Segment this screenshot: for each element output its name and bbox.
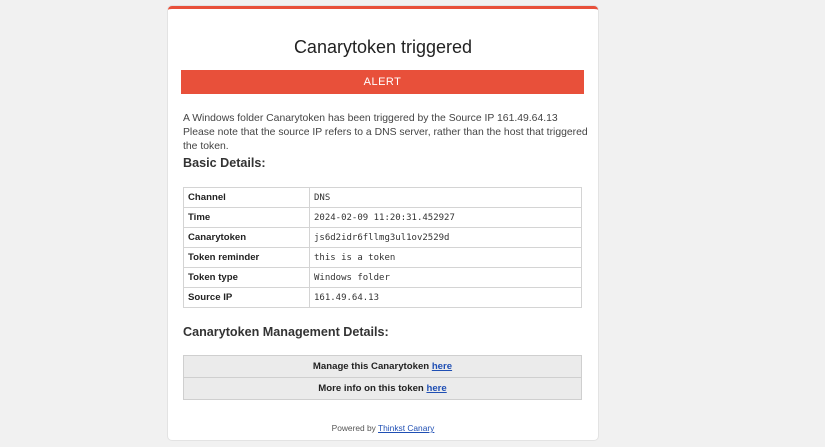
footer-prefix: Powered by	[331, 423, 379, 433]
table-row: Token reminder this is a token	[183, 247, 582, 268]
table-row: Source IP 161.49.64.13	[183, 287, 582, 308]
detail-value: js6d2idr6fllmg3ul1ov2529d	[309, 227, 582, 248]
basic-details-table: Channel DNS Time 2024-02-09 11:20:31.452…	[183, 187, 582, 308]
table-row: More info on this token here	[183, 377, 582, 400]
detail-value: DNS	[309, 187, 582, 208]
table-row: Time 2024-02-09 11:20:31.452927	[183, 207, 582, 228]
detail-key: Source IP	[183, 287, 310, 308]
thinkst-canary-link[interactable]: Thinkst Canary	[378, 423, 434, 433]
email-title: Canarytoken triggered	[293, 37, 473, 57]
more-info-cell: More info on this token here	[183, 377, 582, 400]
management-details-heading: Canarytoken Management Details:	[183, 325, 389, 339]
table-row: Token type Windows folder	[183, 267, 582, 288]
manage-token-cell: Manage this Canarytoken here	[183, 355, 582, 378]
table-row: Manage this Canarytoken here	[183, 355, 582, 378]
detail-key: Token type	[183, 267, 310, 288]
detail-value: 2024-02-09 11:20:31.452927	[309, 207, 582, 228]
footer: Powered by Thinkst Canary	[168, 423, 598, 433]
manage-token-text: Manage this Canarytoken	[312, 361, 432, 372]
alert-banner: ALERT	[181, 70, 584, 94]
detail-value: 161.49.64.13	[309, 287, 582, 308]
manage-token-link[interactable]: here	[432, 361, 452, 372]
alert-intro-text: A Windows folder Canarytoken has been tr…	[183, 113, 588, 152]
detail-key: Time	[183, 207, 310, 228]
basic-details-heading: Basic Details:	[183, 156, 266, 170]
detail-key: Token reminder	[183, 247, 310, 268]
detail-value: Windows folder	[309, 267, 582, 288]
table-row: Canarytoken js6d2idr6fllmg3ul1ov2529d	[183, 227, 582, 248]
more-info-text: More info on this token	[318, 383, 427, 394]
detail-value: this is a token	[309, 247, 582, 268]
detail-key: Canarytoken	[183, 227, 310, 248]
alert-email-card: Canarytoken triggered ALERT A Windows fo…	[168, 6, 598, 440]
table-row: Channel DNS	[183, 187, 582, 208]
detail-key: Channel	[183, 187, 310, 208]
more-info-link[interactable]: here	[426, 383, 446, 394]
management-details-table: Manage this Canarytoken here More info o…	[183, 355, 582, 400]
